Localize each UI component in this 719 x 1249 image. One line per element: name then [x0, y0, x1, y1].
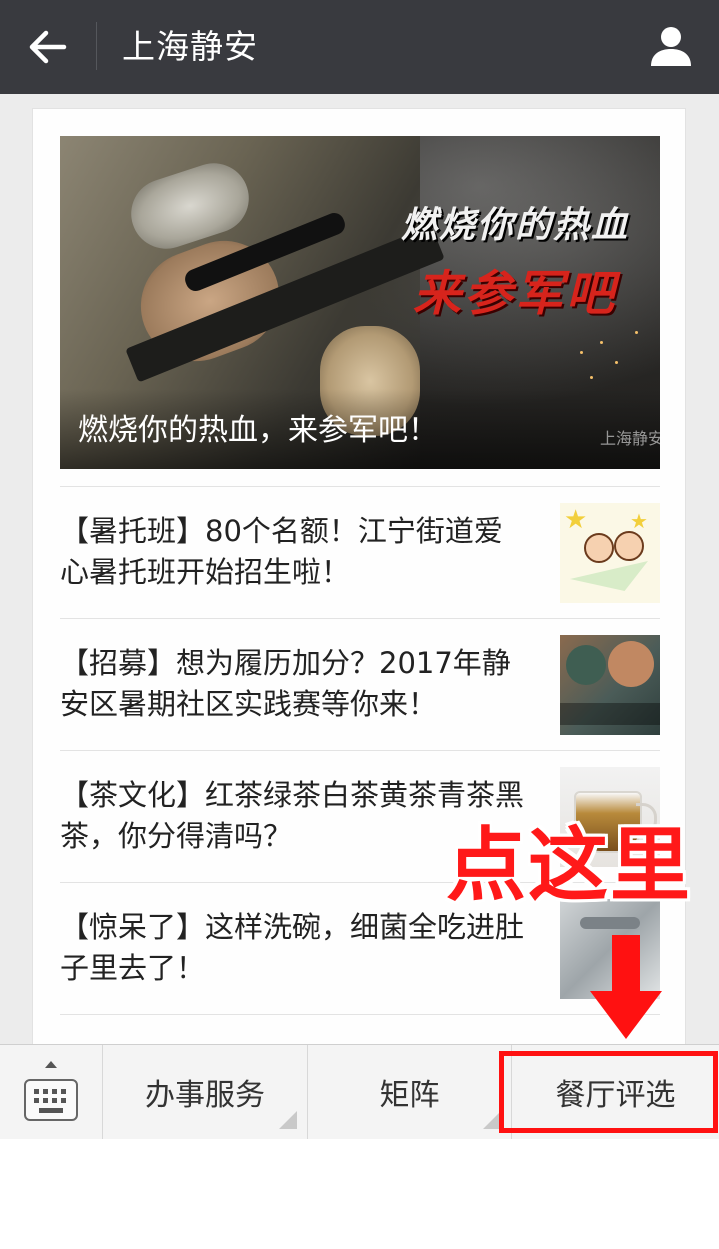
- keyboard-toggle-button[interactable]: [0, 1045, 103, 1139]
- spark: [635, 331, 638, 334]
- list-item-title: 【招募】想为履历加分？2017年静安区暑期社区实践赛等你来！: [60, 646, 511, 721]
- spark: [600, 341, 603, 344]
- caret-up-icon: [45, 1061, 57, 1068]
- list-item-thumbnail: ★ ★: [560, 503, 660, 603]
- page-title: 上海静安: [122, 27, 258, 66]
- submenu-indicator-icon: [279, 1111, 297, 1129]
- banner-shape: [560, 703, 660, 725]
- list-item[interactable]: 【招募】想为履历加分？2017年静安区暑期社区实践赛等你来！: [60, 619, 660, 750]
- back-button[interactable]: [18, 18, 78, 76]
- cover-article[interactable]: 燃烧你的热血 来参军吧 燃烧你的热血，来参军吧！ 上海静安: [60, 136, 660, 469]
- cover-slogan: 燃烧你的热血 来参军吧: [385, 196, 645, 324]
- cover-slogan-line1: 燃烧你的热血: [400, 205, 629, 246]
- annotation-label: 点这里: [446, 819, 692, 912]
- person-icon: [651, 27, 691, 66]
- list-item-title: 【暑托班】80个名额！江宁街道爱心暑托班开始招生啦！: [60, 514, 503, 589]
- cover-slogan-line2: 来参军吧: [412, 266, 617, 322]
- spark: [615, 361, 618, 364]
- spark: [580, 351, 583, 354]
- highlight-box: [499, 1051, 718, 1133]
- list-item-thumbnail: [560, 635, 660, 735]
- spark: [590, 376, 593, 379]
- faucet-shape: [580, 917, 640, 929]
- arrow-left-icon: [29, 30, 67, 64]
- arrow-down-icon: [590, 935, 662, 1039]
- menu-item-label: 矩阵: [379, 1078, 440, 1113]
- cover-caption: 燃烧你的热血，来参军吧！: [78, 413, 438, 448]
- menu-item-label: 办事服务: [145, 1078, 265, 1113]
- cover-watermark: 上海静安: [599, 429, 660, 448]
- list-item-title: 【惊呆了】这样洗碗，细菌全吃进肚子里去了！: [60, 910, 525, 985]
- kid-shape: [614, 531, 644, 561]
- star-icon: ★: [564, 505, 588, 535]
- figure-shape: [608, 641, 654, 687]
- title-divider: [96, 22, 97, 70]
- profile-button[interactable]: [647, 22, 695, 70]
- top-bar: 上海静安: [0, 0, 719, 94]
- star-icon: ★: [630, 509, 648, 533]
- figure-shape: [566, 645, 606, 685]
- keyboard-icon: [24, 1079, 78, 1121]
- kid-shape: [584, 533, 614, 563]
- divider: [60, 1014, 660, 1015]
- paper-plane-shape: [570, 561, 648, 591]
- menu-item-services[interactable]: 办事服务: [103, 1045, 308, 1139]
- list-item[interactable]: 【暑托班】80个名额！江宁街道爱心暑托班开始招生啦！ ★ ★: [60, 487, 660, 618]
- menu-item-matrix[interactable]: 矩阵: [308, 1045, 512, 1139]
